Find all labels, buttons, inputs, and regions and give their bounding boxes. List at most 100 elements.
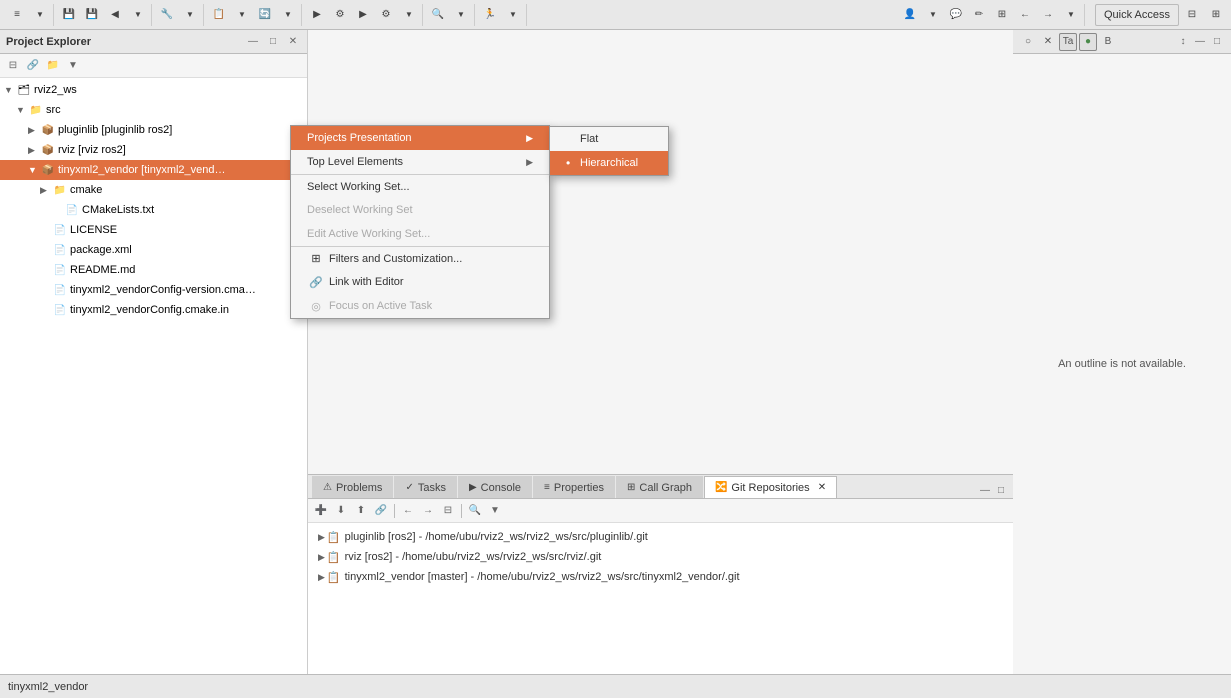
save-button[interactable]: 💾 <box>58 4 80 26</box>
outline-btn-b[interactable]: B <box>1099 33 1117 51</box>
project-explorer-panel: Project Explorer — □ ✕ ⊟ 🔗 📁 ▼ ▼ 🗂 rviz2… <box>0 30 308 674</box>
settings-button[interactable]: ⚙ <box>329 4 351 26</box>
tree-item-config-cmake[interactable]: ▶ 📄 tinyxml2_vendorConfig.cmake.in <box>0 300 307 320</box>
extra-dropdown-2[interactable]: ▼ <box>1060 4 1082 26</box>
tab-tasks[interactable]: ✓ Tasks <box>394 476 457 498</box>
tab-callgraph-label: Call Graph <box>639 482 692 494</box>
view-menu-button[interactable]: ▼ <box>64 57 82 75</box>
outline-scroll-btn[interactable]: ↕ <box>1175 34 1191 50</box>
settings2-button[interactable]: ⚙ <box>375 4 397 26</box>
outline-btn-x[interactable]: ✕ <box>1039 33 1057 51</box>
menu-item-top-level[interactable]: Top Level Elements ▶ <box>291 150 549 174</box>
view-icon-1[interactable]: ⊟ <box>1181 4 1203 26</box>
git-push-button[interactable]: 🔗 <box>372 502 390 520</box>
new-dropdown[interactable]: ▼ <box>231 4 253 26</box>
new-button[interactable]: 📋 <box>208 4 230 26</box>
tab-properties[interactable]: ≡ Properties <box>533 476 615 498</box>
git-menu-button[interactable]: ▼ <box>486 502 504 520</box>
repo-item-tinyxml2[interactable]: ▶ 📋 tinyxml2_vendor [master] - /home/ubu… <box>316 567 1005 587</box>
refresh-button[interactable]: 🔄 <box>254 4 276 26</box>
submenu-item-hierarchical[interactable]: • Hierarchical <box>550 151 668 175</box>
menu-button[interactable]: ≡ <box>6 4 28 26</box>
run-button[interactable]: ▶ <box>306 4 328 26</box>
bottom-maximize-button[interactable]: □ <box>993 482 1009 498</box>
extra-btn-4[interactable]: ⊞ <box>991 4 1013 26</box>
tab-git-repositories[interactable]: 🔀 Git Repositories ✕ <box>704 476 837 498</box>
menu-item-link-editor[interactable]: 🔗 Link with Editor <box>291 270 549 294</box>
tree-item-cmake[interactable]: ▶ 📁 cmake <box>0 180 307 200</box>
extra-btn-3[interactable]: ✏ <box>968 4 990 26</box>
outline-btn-ta[interactable]: Ta <box>1059 33 1077 51</box>
settings2-dropdown[interactable]: ▼ <box>398 4 420 26</box>
pluginlib-icon: 📦 <box>40 122 56 138</box>
extra-btn-1[interactable]: 👤 <box>899 4 921 26</box>
tree-item-tinyxml2[interactable]: ▼ 📦 tinyxml2_vendor [tinyxml2_vend… <box>0 160 307 180</box>
toolbar-group-run: 📋 ▼ 🔄 ▼ <box>206 4 302 26</box>
menu-item-projects-presentation[interactable]: Projects Presentation ▶ Flat • Hierarchi… <box>291 126 549 150</box>
tab-git-close[interactable]: ✕ <box>818 482 826 493</box>
outline-btn-circle[interactable]: ○ <box>1019 33 1037 51</box>
outline-minimize-button[interactable]: — <box>1192 34 1208 50</box>
quick-access-button[interactable]: Quick Access <box>1095 4 1179 26</box>
extra-btn-2[interactable]: 💬 <box>945 4 967 26</box>
outline-maximize-button[interactable]: □ <box>1209 34 1225 50</box>
new-folder-button[interactable]: 📁 <box>44 57 62 75</box>
repo-item-rviz[interactable]: ▶ 📋 rviz [ros2] - /home/ubu/rviz2_ws/rvi… <box>316 547 1005 567</box>
refresh-dropdown[interactable]: ▼ <box>277 4 299 26</box>
tree-item-license[interactable]: ▶ 📄 LICENSE <box>0 220 307 240</box>
git-fetch-button[interactable]: ⬇ <box>332 502 350 520</box>
tree-item-package[interactable]: ▶ 📄 package.xml <box>0 240 307 260</box>
tree-arrow-pluginlib: ▶ <box>28 125 40 136</box>
outline-btn-bullet[interactable]: ● <box>1079 33 1097 51</box>
collapse-all-button[interactable]: ⊟ <box>4 57 22 75</box>
tree-item-readme[interactable]: ▶ 📄 README.md <box>0 260 307 280</box>
tree-label-workspace: rviz2_ws <box>34 84 77 96</box>
tree-label-readme: README.md <box>70 264 135 276</box>
tree-item-cmakelists[interactable]: ▶ 📄 CMakeLists.txt <box>0 200 307 220</box>
repo-item-pluginlib[interactable]: ▶ 📋 pluginlib [ros2] - /home/ubu/rviz2_w… <box>316 527 1005 547</box>
config-version-icon: 📄 <box>52 282 68 298</box>
tab-callgraph[interactable]: ⊞ Call Graph <box>616 476 703 498</box>
tree-item-pluginlib[interactable]: ▶ 📦 pluginlib [pluginlib ros2] <box>0 120 307 140</box>
submenu-label-hierarchical: Hierarchical <box>580 157 638 169</box>
git-back-button[interactable]: ← <box>399 502 417 520</box>
run2-button[interactable]: ▶ <box>352 4 374 26</box>
extra-btn-5[interactable]: ← <box>1014 4 1036 26</box>
menu-item-filters[interactable]: ⊞ Filters and Customization... <box>291 246 549 270</box>
minimize-button[interactable]: — <box>245 34 261 50</box>
git-collapse-button[interactable]: ⊟ <box>439 502 457 520</box>
build-button[interactable]: 🔧 <box>156 4 178 26</box>
git-forward-button[interactable]: → <box>419 502 437 520</box>
profile-dropdown[interactable]: ▼ <box>502 4 524 26</box>
maximize-button[interactable]: □ <box>265 34 281 50</box>
menu-dropdown[interactable]: ▼ <box>29 4 51 26</box>
tree-item-rviz[interactable]: ▶ 📦 rviz [rviz ros2] <box>0 140 307 160</box>
git-pull-button[interactable]: ⬆ <box>352 502 370 520</box>
search-button[interactable]: 🔍 <box>427 4 449 26</box>
extra-btn-6[interactable]: → <box>1037 4 1059 26</box>
git-filter-button[interactable]: 🔍 <box>466 502 484 520</box>
git-add-button[interactable]: ➕ <box>312 502 330 520</box>
toolbar-group-extras: 👤 ▼ 💬 ✏ ⊞ ← → ▼ <box>897 4 1085 26</box>
back-button[interactable]: ◀ <box>104 4 126 26</box>
extra-dropdown-1[interactable]: ▼ <box>922 4 944 26</box>
build-dropdown[interactable]: ▼ <box>179 4 201 26</box>
repo-arrow-tinyxml2: ▶ <box>318 572 325 583</box>
link-editor-toolbar-button[interactable]: 🔗 <box>24 57 42 75</box>
bottom-minimize-button[interactable]: — <box>977 482 993 498</box>
tab-problems[interactable]: ⚠ Problems <box>312 476 393 498</box>
tree-item-src[interactable]: ▼ 📁 src <box>0 100 307 120</box>
tree-item-config-version[interactable]: ▶ 📄 tinyxml2_vendorConfig-version.cma… <box>0 280 307 300</box>
tab-console[interactable]: ▶ Console <box>458 476 532 498</box>
submenu-item-flat[interactable]: Flat <box>550 127 668 151</box>
view-icon-2[interactable]: ⊞ <box>1205 4 1227 26</box>
search-dropdown[interactable]: ▼ <box>450 4 472 26</box>
profile-button[interactable]: 🏃 <box>479 4 501 26</box>
tasks-icon: ✓ <box>405 482 413 493</box>
close-panel-button[interactable]: ✕ <box>285 34 301 50</box>
menu-item-select-working-set[interactable]: Select Working Set... <box>291 174 549 198</box>
back-dropdown[interactable]: ▼ <box>127 4 149 26</box>
save-all-button[interactable]: 💾 <box>81 4 103 26</box>
tree-item-workspace[interactable]: ▼ 🗂 rviz2_ws <box>0 80 307 100</box>
context-menu: Projects Presentation ▶ Flat • Hierarchi… <box>290 125 550 319</box>
